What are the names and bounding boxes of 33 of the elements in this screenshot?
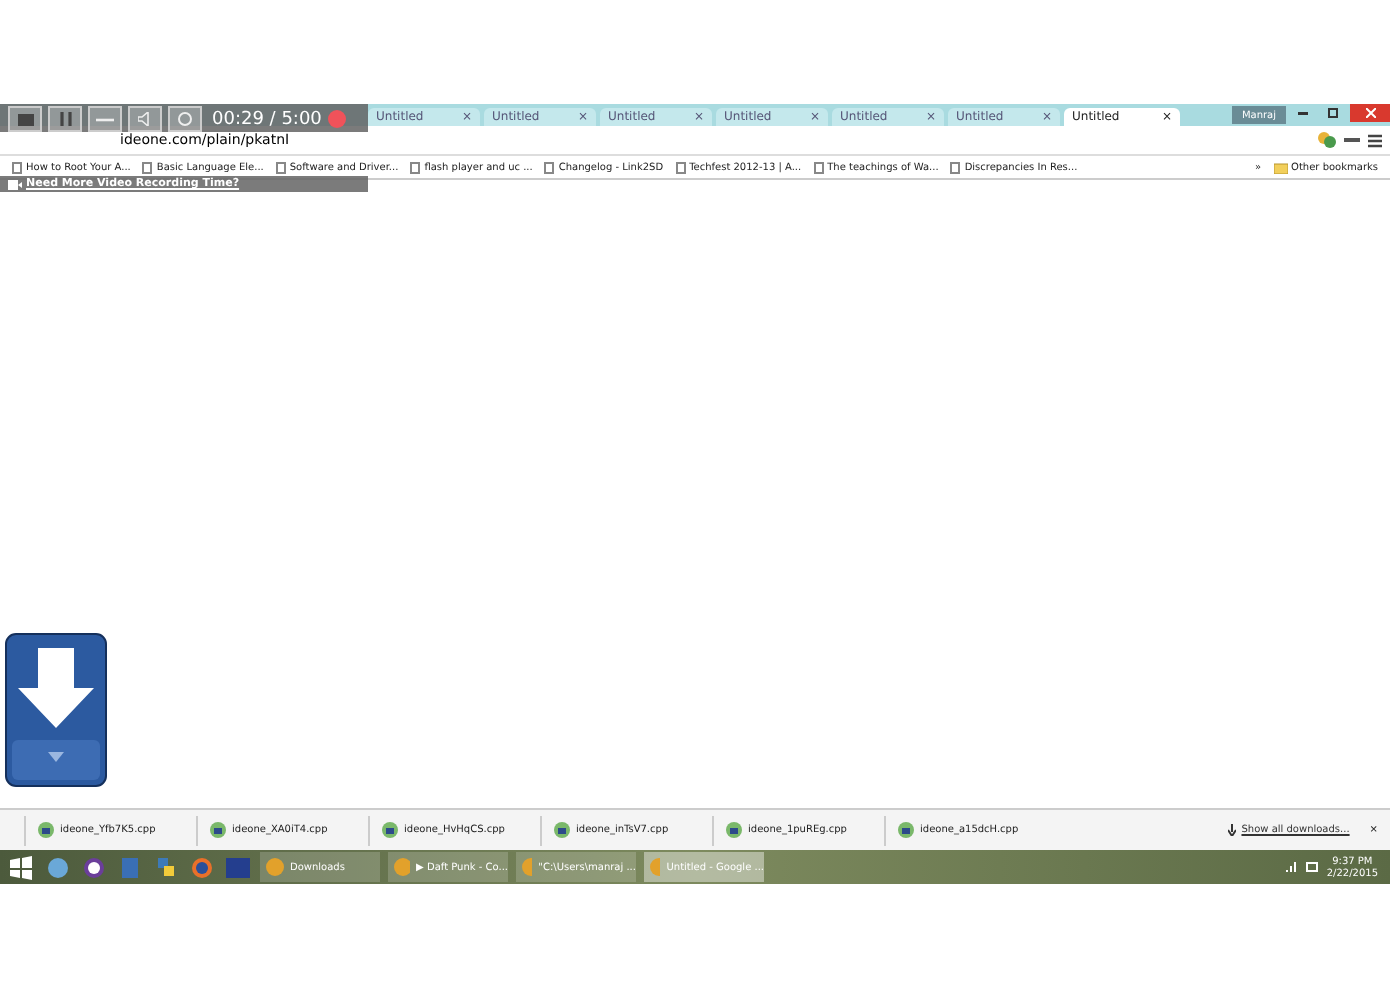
windows-icon[interactable] — [8, 855, 36, 879]
file-icon — [554, 822, 570, 838]
page-icon — [544, 161, 555, 173]
camera-icon — [8, 179, 22, 189]
folder-icon — [1273, 161, 1288, 173]
download-arrow-icon — [1227, 824, 1236, 836]
file-icon — [382, 822, 398, 838]
menu-button[interactable] — [8, 106, 42, 132]
screen-icon — [17, 113, 33, 125]
signal-icon[interactable] — [1286, 862, 1299, 872]
file-icon — [898, 822, 914, 838]
maximize-icon — [1328, 108, 1338, 118]
pause-button[interactable] — [48, 106, 82, 132]
close-button[interactable] — [1350, 104, 1390, 122]
speaker-icon — [138, 112, 152, 126]
file-icon — [726, 822, 742, 838]
page-icon — [950, 161, 961, 173]
circle-icon[interactable] — [80, 855, 108, 879]
pause-icon — [59, 112, 71, 126]
page-icon — [12, 161, 22, 173]
page-icon — [675, 161, 686, 173]
page-icon — [142, 161, 153, 173]
page-icon — [813, 161, 824, 173]
file-icon — [38, 822, 54, 838]
file-icon — [210, 822, 226, 838]
close-icon — [1365, 108, 1375, 118]
recording-timer: 00:29 / 5:00 — [212, 109, 322, 129]
menu-icon[interactable] — [1368, 133, 1382, 147]
battery-icon[interactable] — [1306, 862, 1319, 872]
minimize-icon — [1298, 111, 1308, 115]
page-icon — [275, 161, 286, 173]
webcam-icon — [178, 112, 192, 126]
page-icon — [410, 161, 421, 173]
